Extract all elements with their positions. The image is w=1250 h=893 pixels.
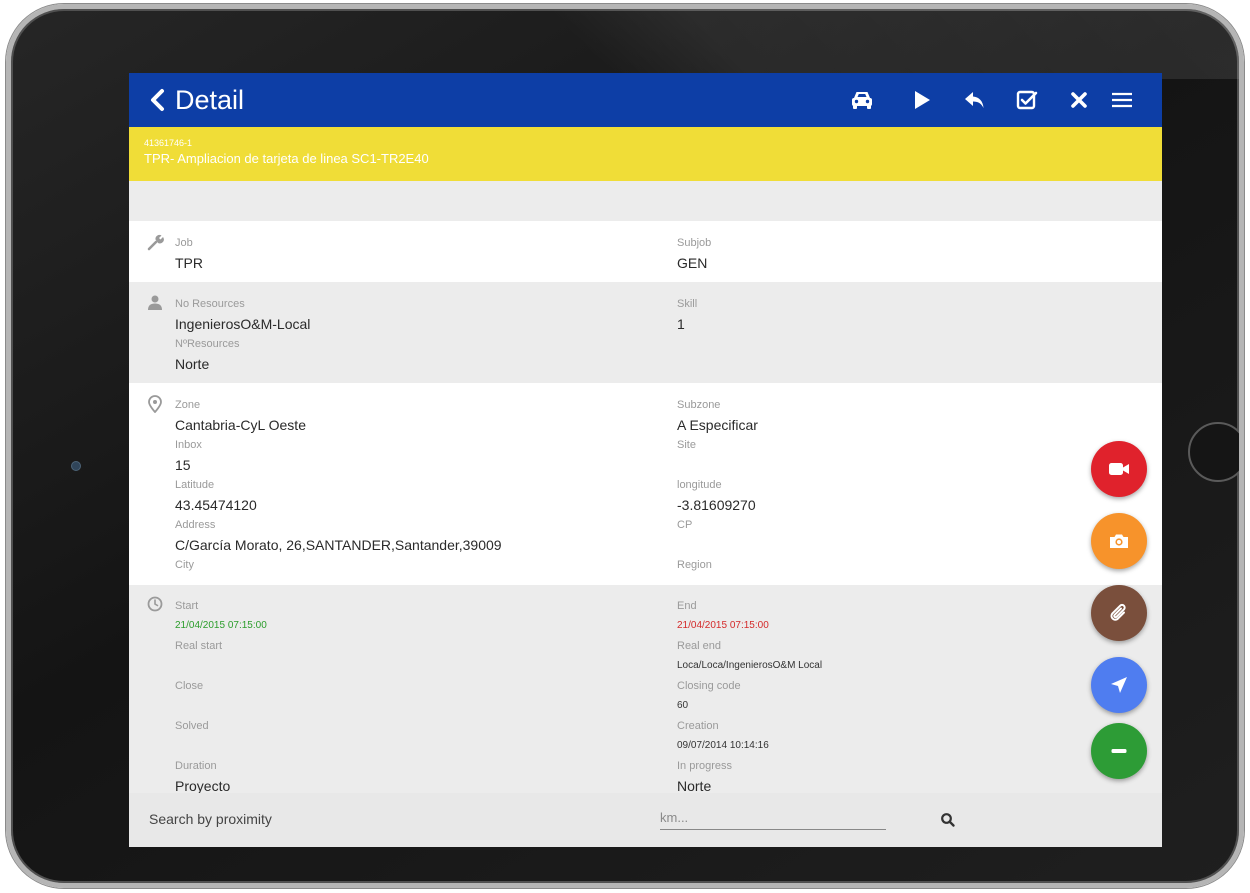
no-resources-value: IngenierosO&M-Local	[175, 316, 311, 332]
skill-value: 1	[677, 316, 685, 332]
location-section: Zone Cantabria-CyL Oeste Inbox 15 Latitu…	[129, 383, 1162, 585]
close-icon	[1071, 92, 1087, 108]
end-label: End	[677, 600, 697, 612]
wrench-icon	[147, 234, 164, 251]
menu-icon	[1112, 92, 1132, 108]
creation-label: Creation	[677, 720, 719, 732]
latitude-label: Latitude	[175, 479, 215, 491]
check-button[interactable]	[1014, 88, 1040, 112]
car-icon	[852, 92, 872, 109]
search-label: Search by proximity	[149, 811, 272, 827]
start-value: 21/04/2015 07:15:00	[175, 620, 267, 631]
home-button[interactable]	[1188, 422, 1239, 482]
attachment-fab[interactable]	[1091, 585, 1147, 641]
time-section: Start 21/04/2015 07:15:00 Real start Clo…	[129, 585, 1162, 794]
skill-label: Skill	[677, 298, 698, 310]
real-end-value: Loca/Loca/IngenierosO&M Local	[677, 660, 823, 671]
video-camera-icon	[1109, 463, 1129, 475]
reply-button[interactable]	[962, 88, 988, 112]
zone-label: Zone	[175, 399, 201, 411]
address-value: C/García Morato, 26,SANTANDER,Santander,…	[175, 537, 502, 553]
camera-icon	[1110, 534, 1128, 548]
work-order-code: 41361746-1	[144, 138, 193, 148]
longitude-label: longitude	[677, 479, 722, 491]
latitude-value: 43.45474120	[175, 497, 257, 513]
menu-button[interactable]	[1109, 88, 1135, 112]
inbox-label: Inbox	[175, 439, 202, 451]
address-label: Address	[175, 519, 216, 531]
search-button[interactable]	[939, 811, 957, 829]
proximity-search-bar: Search by proximity	[129, 793, 1162, 847]
n-resources-value: Norte	[175, 356, 210, 372]
resources-section: No Resources IngenierosO&M-Local NºResou…	[129, 282, 1162, 383]
in-progress-label: In progress	[677, 760, 733, 772]
page-title: Detail	[175, 85, 245, 115]
solved-label: Solved	[175, 720, 209, 732]
clock-icon	[147, 596, 163, 612]
paperclip-icon	[1110, 603, 1126, 621]
tablet-frame: Detail 41361746-1 TPR- Ampliacion de tar…	[6, 4, 1244, 888]
subzone-value: A Especificar	[677, 417, 758, 433]
navigate-fab[interactable]	[1091, 657, 1147, 713]
duration-value: Proyecto	[175, 778, 231, 794]
play-icon	[915, 91, 930, 109]
km-input[interactable]	[660, 805, 886, 830]
subjob-label: Subjob	[677, 237, 712, 249]
work-order-title: TPR- Ampliacion de tarjeta de linea SC1-…	[144, 151, 429, 166]
camera-fab[interactable]	[1091, 513, 1147, 569]
zone-value: Cantabria-CyL Oeste	[175, 417, 306, 433]
longitude-value: -3.81609270	[677, 497, 756, 513]
region-label: Region	[677, 559, 712, 571]
job-section: Job TPR Subjob GEN	[129, 221, 1162, 282]
close-label: Close	[175, 680, 204, 692]
in-progress-value: Norte	[677, 778, 712, 794]
back-button[interactable]	[143, 85, 173, 115]
check-square-icon	[1016, 90, 1038, 110]
video-fab[interactable]	[1091, 441, 1147, 497]
front-camera	[71, 461, 81, 471]
close-button[interactable]	[1066, 88, 1092, 112]
real-end-label: Real end	[677, 640, 722, 652]
site-label: Site	[677, 439, 696, 451]
subzone-label: Subzone	[677, 399, 721, 411]
city-label: City	[175, 559, 194, 571]
section-spacer	[129, 181, 1162, 221]
frame-glare	[526, 9, 1239, 79]
end-value: 21/04/2015 07:15:00	[677, 620, 769, 631]
subjob-value: GEN	[677, 255, 708, 271]
inbox-value: 15	[175, 457, 191, 473]
minus-icon	[1111, 749, 1127, 753]
cp-label: CP	[677, 519, 693, 531]
location-pin-icon	[148, 395, 162, 413]
person-icon	[148, 295, 162, 310]
job-label: Job	[175, 237, 193, 249]
chevron-left-icon	[151, 89, 164, 111]
car-button[interactable]	[849, 88, 875, 112]
closing-code-value: 60	[677, 700, 689, 711]
app-bar: Detail	[129, 73, 1162, 127]
creation-value: 09/07/2014 10:14:16	[677, 740, 769, 751]
reply-icon	[965, 92, 984, 108]
navigation-arrow-icon	[1111, 677, 1127, 693]
app-screen: Detail 41361746-1 TPR- Ampliacion de tar…	[129, 73, 1162, 847]
no-resources-label: No Resources	[175, 298, 245, 310]
play-button[interactable]	[909, 88, 935, 112]
start-label: Start	[175, 600, 199, 612]
n-resources-label: NºResources	[175, 338, 240, 350]
remove-fab[interactable]	[1091, 723, 1147, 779]
closing-code-label: Closing code	[677, 680, 741, 692]
duration-label: Duration	[175, 760, 217, 772]
real-start-label: Real start	[175, 640, 223, 652]
work-order-banner: 41361746-1 TPR- Ampliacion de tarjeta de…	[129, 127, 1162, 181]
search-icon	[941, 813, 955, 827]
job-value: TPR	[175, 255, 203, 271]
